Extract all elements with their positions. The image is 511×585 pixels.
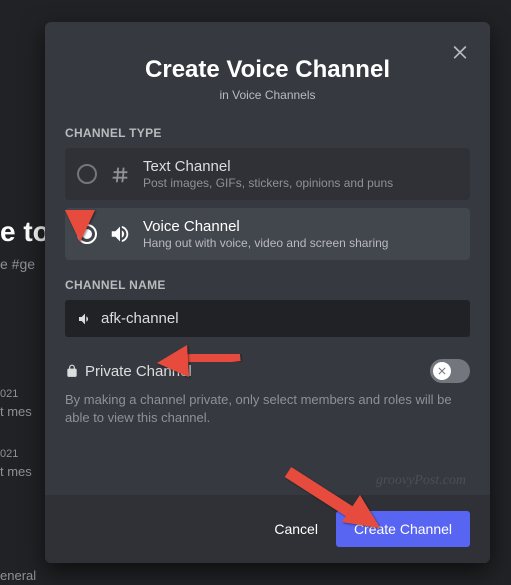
bg-text: e to: [0, 216, 50, 248]
text-channel-title: Text Channel: [143, 158, 393, 175]
private-channel-section: Private Channel By making a channel priv…: [65, 359, 470, 427]
private-channel-label: Private Channel: [85, 363, 192, 380]
private-channel-toggle[interactable]: [430, 359, 470, 383]
channel-name-label: CHANNEL NAME: [65, 278, 470, 292]
channel-type-text-info: Text Channel Post images, GIFs, stickers…: [143, 158, 393, 190]
create-channel-button[interactable]: Create Channel: [336, 511, 470, 547]
bg-text: eneral: [0, 568, 36, 583]
create-channel-modal: Create Voice Channel in Voice Channels C…: [45, 22, 490, 563]
speaker-icon: [109, 223, 131, 245]
channel-type-label: CHANNEL TYPE: [65, 126, 470, 140]
bg-text: t mes: [0, 464, 32, 479]
radio-unchecked: [77, 164, 97, 184]
bg-text: e #ge: [0, 256, 35, 272]
close-icon: [450, 42, 470, 62]
modal-body: CHANNEL TYPE Text Channel Post images, G…: [45, 110, 490, 495]
bg-text: 021: [0, 388, 18, 400]
channel-name-section: CHANNEL NAME: [65, 278, 470, 337]
close-button[interactable]: [448, 40, 472, 64]
radio-checked: [77, 224, 97, 244]
private-channel-label-row: Private Channel: [65, 363, 192, 380]
toggle-knob-off: [433, 362, 451, 380]
modal-subtitle: in Voice Channels: [65, 88, 470, 102]
voice-channel-desc: Hang out with voice, video and screen sh…: [143, 236, 388, 250]
voice-channel-title: Voice Channel: [143, 218, 388, 235]
channel-type-voice-option[interactable]: Voice Channel Hang out with voice, video…: [65, 208, 470, 260]
channel-type-voice-info: Voice Channel Hang out with voice, video…: [143, 218, 388, 250]
speaker-icon: [77, 311, 93, 327]
modal-title: Create Voice Channel: [65, 56, 470, 84]
cancel-button[interactable]: Cancel: [274, 521, 318, 537]
channel-type-text-option[interactable]: Text Channel Post images, GIFs, stickers…: [65, 148, 470, 200]
channel-name-input[interactable]: [101, 310, 458, 327]
hash-icon: [109, 163, 131, 185]
modal-header: Create Voice Channel in Voice Channels: [45, 22, 490, 110]
channel-name-input-wrap[interactable]: [65, 300, 470, 337]
bg-text: t mes: [0, 404, 32, 419]
private-channel-desc: By making a channel private, only select…: [65, 391, 470, 427]
lock-icon: [65, 364, 79, 378]
modal-footer: Cancel Create Channel: [45, 495, 490, 563]
bg-text: 021: [0, 448, 18, 460]
watermark: groovyPost.com: [376, 473, 466, 489]
text-channel-desc: Post images, GIFs, stickers, opinions an…: [143, 176, 393, 190]
